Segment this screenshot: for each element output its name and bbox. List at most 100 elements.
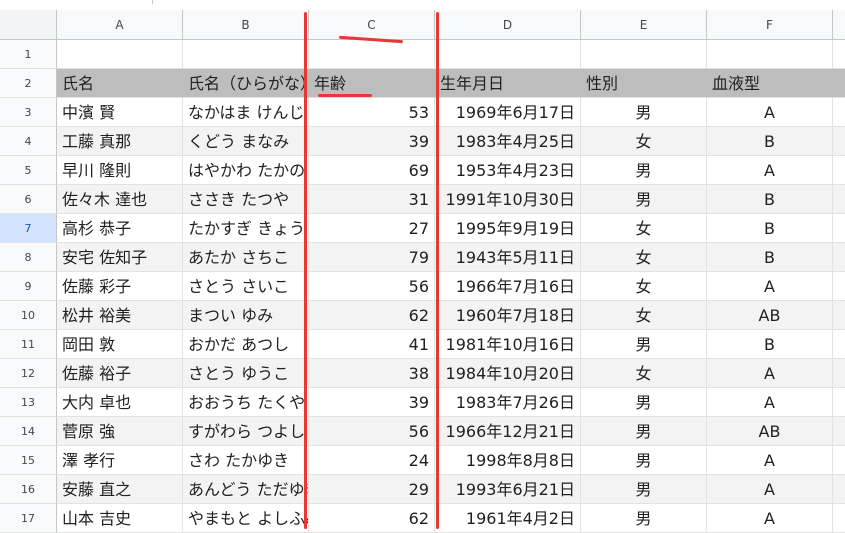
cell-partial-column-g[interactable] [833,40,845,69]
cell-blood[interactable]: B [707,330,833,359]
cell-name[interactable]: 工藤 真那 [57,127,183,156]
header-cell[interactable]: 生年月日 [435,69,581,98]
cell-sex[interactable]: 男 [581,185,707,214]
header-cell[interactable]: 性別 [581,69,707,98]
empty-cell[interactable] [183,40,309,69]
select-all-corner[interactable] [0,10,57,40]
cell-age[interactable]: 38 [309,359,435,388]
header-cell[interactable]: 血液型 [707,69,833,98]
cell-name[interactable]: 大内 卓也 [57,388,183,417]
cell-partial-column-g[interactable] [833,330,845,359]
cell-partial-column-g[interactable] [833,301,845,330]
cell-birth[interactable]: 1943年5月11日 [435,243,581,272]
cell-birth[interactable]: 1983年4月25日 [435,127,581,156]
cell-partial-column-g[interactable] [833,243,845,272]
cell-blood[interactable]: B [707,214,833,243]
cell-partial-column-g[interactable] [833,359,845,388]
cell-birth[interactable]: 1993年6月21日 [435,475,581,504]
cell-age[interactable]: 79 [309,243,435,272]
cell-sex[interactable]: 女 [581,272,707,301]
cell-blood[interactable]: AB [707,301,833,330]
row-header[interactable]: 1 [0,40,57,69]
empty-cell[interactable] [581,40,707,69]
cell-age[interactable]: 62 [309,504,435,533]
cell-sex[interactable]: 男 [581,504,707,533]
cell-kana[interactable]: まつい ゆみ [183,301,309,330]
cell-blood[interactable]: A [707,98,833,127]
cell-blood[interactable]: B [707,243,833,272]
cell-sex[interactable]: 男 [581,156,707,185]
cell-kana[interactable]: さとう さいこ [183,272,309,301]
cell-partial-column-g[interactable] [833,475,845,504]
cell-kana[interactable]: なかはま けんじ [183,98,309,127]
cell-birth[interactable]: 1960年7月18日 [435,301,581,330]
cell-kana[interactable]: さわ たかゆき [183,446,309,475]
cell-kana[interactable]: すがわら つよし [183,417,309,446]
cell-birth[interactable]: 1966年7月16日 [435,272,581,301]
cell-birth[interactable]: 1984年10月20日 [435,359,581,388]
cell-sex[interactable]: 男 [581,475,707,504]
cell-age[interactable]: 56 [309,272,435,301]
cell-partial-column-g[interactable] [833,504,845,533]
row-header[interactable]: 14 [0,417,57,446]
cell-sex[interactable]: 女 [581,359,707,388]
cell-partial-column-g[interactable] [833,98,845,127]
cell-sex[interactable]: 男 [581,446,707,475]
cell-sex[interactable]: 男 [581,330,707,359]
row-header[interactable]: 7 [0,214,57,243]
row-header[interactable]: 12 [0,359,57,388]
cell-blood[interactable]: B [707,185,833,214]
cell-kana[interactable]: たかすぎ きょうこ [183,214,309,243]
cell-sex[interactable]: 男 [581,417,707,446]
column-header-c[interactable]: C [309,10,435,40]
cell-name[interactable]: 高杉 恭子 [57,214,183,243]
cell-age[interactable]: 69 [309,156,435,185]
cell-kana[interactable]: くどう まなみ [183,127,309,156]
cell-name[interactable]: 松井 裕美 [57,301,183,330]
cell-kana[interactable]: やまもと よしふみ [183,504,309,533]
cell-blood[interactable]: A [707,446,833,475]
cell-sex[interactable]: 女 [581,243,707,272]
row-header[interactable]: 13 [0,388,57,417]
cell-age[interactable]: 31 [309,185,435,214]
cell-partial-column-g[interactable] [833,417,845,446]
cell-blood[interactable]: A [707,272,833,301]
cell-partial-column-g[interactable] [833,446,845,475]
cell-name[interactable]: 山本 吉史 [57,504,183,533]
cell-blood[interactable]: A [707,156,833,185]
cell-name[interactable]: 岡田 敦 [57,330,183,359]
cell-kana[interactable]: おかだ あつし [183,330,309,359]
cell-birth[interactable]: 1998年8月8日 [435,446,581,475]
cell-blood[interactable]: A [707,388,833,417]
cell-partial-column-g[interactable] [833,69,845,98]
cell-name[interactable]: 中濱 賢 [57,98,183,127]
cell-kana[interactable]: ささき たつや [183,185,309,214]
column-header-d[interactable]: D [435,10,581,40]
row-header[interactable]: 11 [0,330,57,359]
cell-age[interactable]: 41 [309,330,435,359]
cell-kana[interactable]: あたか さちこ [183,243,309,272]
cell-birth[interactable]: 1981年10月16日 [435,330,581,359]
row-header[interactable]: 2 [0,69,57,98]
cell-partial-column-g[interactable] [833,272,845,301]
cell-birth[interactable]: 1983年7月26日 [435,388,581,417]
empty-cell[interactable] [435,40,581,69]
cell-age[interactable]: 56 [309,417,435,446]
cell-kana[interactable]: おおうち たくや [183,388,309,417]
column-header-a[interactable]: A [57,10,183,40]
row-header[interactable]: 9 [0,272,57,301]
empty-cell[interactable] [309,40,435,69]
cell-age[interactable]: 39 [309,388,435,417]
row-header[interactable]: 5 [0,156,57,185]
cell-partial-column-g[interactable] [833,127,845,156]
cell-blood[interactable]: B [707,127,833,156]
cell-partial-column-g[interactable] [833,156,845,185]
column-header-e[interactable]: E [581,10,707,40]
header-cell[interactable]: 氏名 [57,69,183,98]
cell-name[interactable]: 佐々木 達也 [57,185,183,214]
cell-age[interactable]: 27 [309,214,435,243]
cell-sex[interactable]: 女 [581,214,707,243]
cell-age[interactable]: 39 [309,127,435,156]
cell-kana[interactable]: はやかわ たかのり [183,156,309,185]
row-header[interactable]: 10 [0,301,57,330]
